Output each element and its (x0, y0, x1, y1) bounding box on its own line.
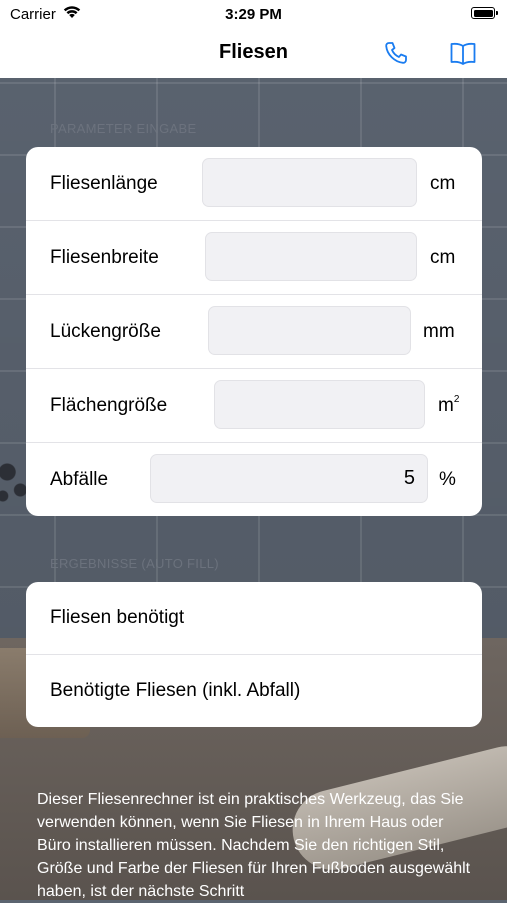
row-area-size: Flächengröße m2 (26, 369, 482, 443)
tile-width-unit: cm (430, 247, 456, 268)
row-tiles-needed: Fliesen benötigt (26, 582, 482, 655)
area-size-input[interactable] (214, 380, 425, 429)
row-tile-length: Fliesenlänge cm (26, 147, 482, 221)
row-tile-width: Fliesenbreite cm (26, 221, 482, 295)
phone-icon[interactable] (382, 39, 410, 67)
waste-label: Abfälle (50, 469, 109, 490)
gap-size-input[interactable] (208, 306, 411, 355)
waste-unit: % (439, 469, 456, 490)
row-gap-size: Lückengröße mm (26, 295, 482, 369)
results-section-header: Ergebnisse (Auto Fill) (50, 556, 219, 571)
parameters-card: Fliesenlänge cm Fliesenbreite cm Lückeng… (26, 147, 482, 516)
row-waste: Abfälle % (26, 443, 482, 516)
tile-length-input[interactable] (202, 158, 417, 207)
tile-length-unit: cm (430, 173, 456, 194)
tile-width-input[interactable] (205, 232, 417, 281)
book-icon[interactable] (449, 39, 477, 67)
navigation-bar: Fliesen (0, 28, 507, 78)
area-size-label: Flächengröße (50, 395, 168, 416)
waste-input[interactable] (150, 454, 428, 503)
results-card: Fliesen benötigt Benötigte Fliesen (inkl… (26, 582, 482, 727)
area-size-unit: m2 (438, 394, 460, 416)
tile-width-label: Fliesenbreite (50, 247, 159, 268)
parameters-section-header: Parameter Eingabe (50, 121, 197, 136)
tile-length-label: Fliesenlänge (50, 173, 158, 194)
battery-icon (471, 7, 498, 19)
row-tiles-needed-incl-waste: Benötigte Fliesen (inkl. Abfall) (26, 655, 482, 727)
tiles-needed-incl-waste-label: Benötigte Fliesen (inkl. Abfall) (50, 680, 301, 701)
gap-size-label: Lückengröße (50, 321, 161, 342)
description-text: Dieser Fliesenrechner ist ein praktische… (37, 791, 471, 900)
tiles-needed-label: Fliesen benötigt (50, 607, 185, 628)
gap-size-unit: mm (423, 321, 455, 342)
page-title: Fliesen (219, 41, 288, 63)
clock: 3:29 PM (225, 6, 282, 23)
status-bar: Carrier 3:29 PM (0, 0, 507, 28)
